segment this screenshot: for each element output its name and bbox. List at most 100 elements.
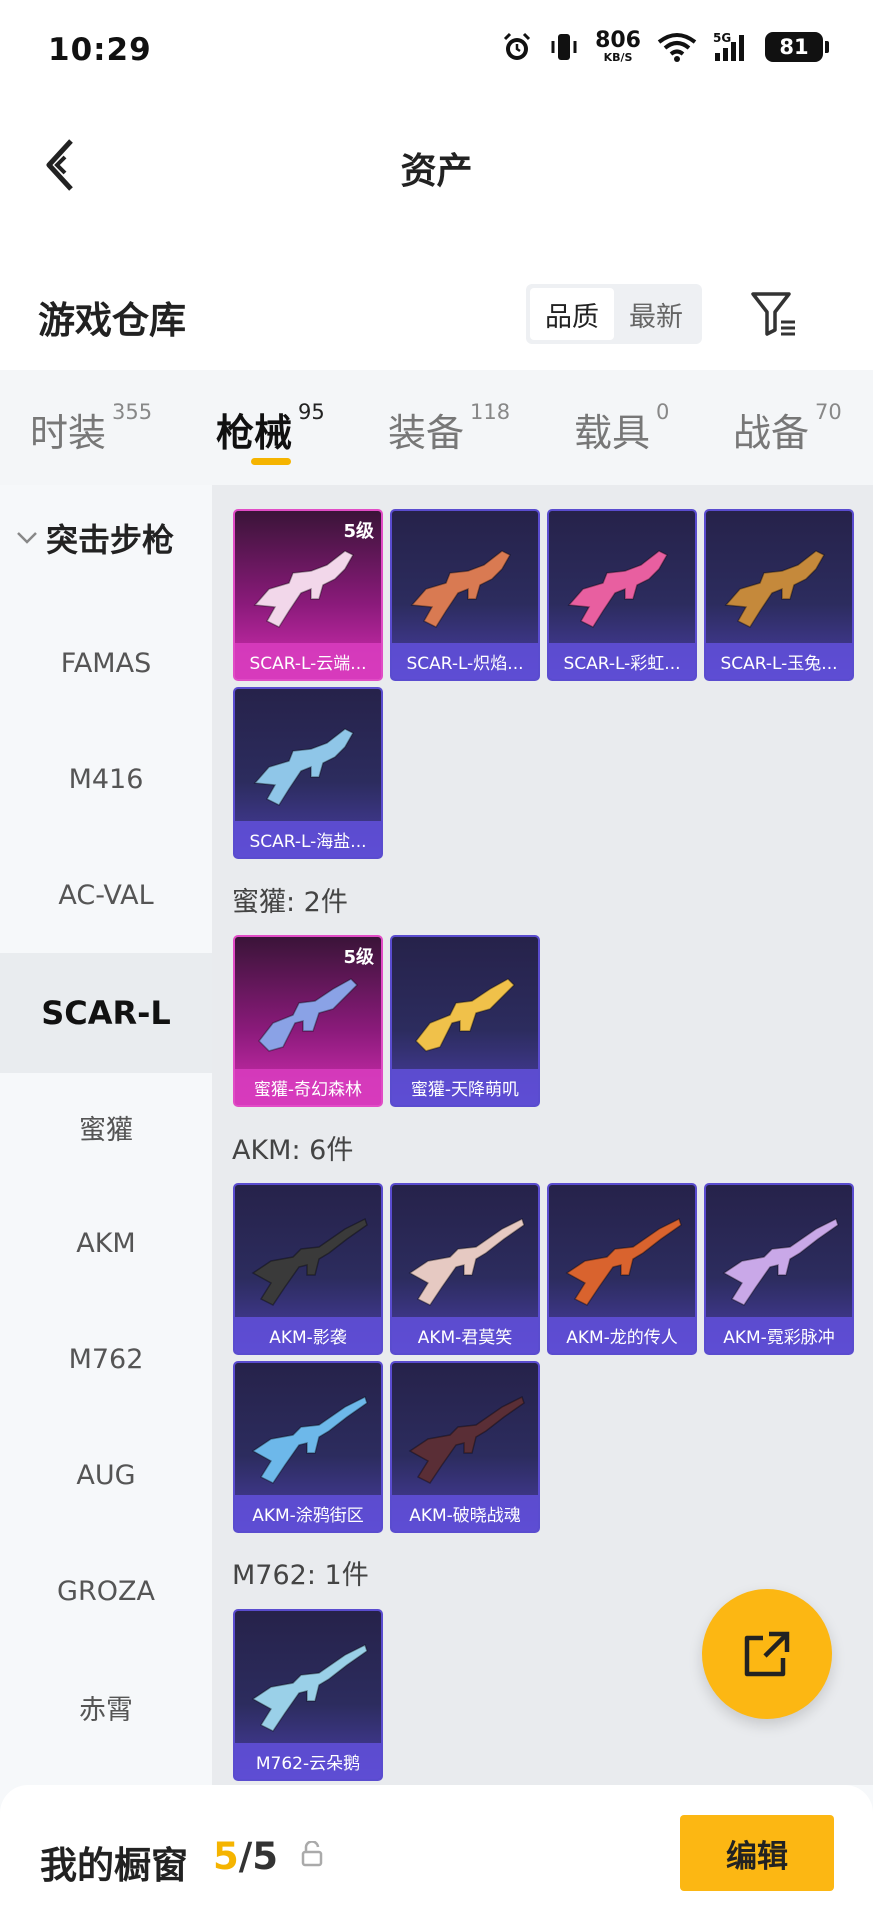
sidebar-item-akm[interactable]: AKM <box>0 1185 212 1301</box>
sort-newest[interactable]: 最新 <box>614 288 698 340</box>
unlock-icon <box>300 1840 324 1871</box>
cell-signal-icon: 5G <box>713 31 749 63</box>
weapon-skin-image <box>722 1217 839 1306</box>
sidebar-item-aug[interactable]: AUG <box>0 1417 212 1533</box>
sidebar-group-assault-rifles[interactable]: 突击步枪 <box>0 485 212 590</box>
tab-label: 载具 <box>574 411 651 455</box>
weapon-name: SCAR-L-海盐... <box>235 821 381 857</box>
weapon-name: AKM-君莫笑 <box>392 1317 538 1353</box>
weapon-skin-image <box>258 978 359 1052</box>
weapon-card[interactable]: 5级蜜獾-奇幻森林 <box>233 935 383 1107</box>
weapon-card[interactable]: SCAR-L-炽焰... <box>390 509 540 681</box>
weapon-skin-image <box>251 1395 368 1484</box>
tab-vehicles[interactable]: 载具 0 <box>574 400 670 457</box>
tab-label: 时装 <box>30 411 107 455</box>
weapon-skin-image <box>410 550 512 628</box>
tab-count: 95 <box>298 400 325 424</box>
sidebar-item-chixiao[interactable]: 赤霄 <box>0 1649 212 1765</box>
weapon-card[interactable]: M762-云朵鹅 <box>233 1609 383 1781</box>
weapon-card[interactable]: SCAR-L-海盐... <box>233 687 383 859</box>
net-speed: 806 KB/S <box>595 28 641 64</box>
weapon-card[interactable]: AKM-影袭 <box>233 1183 383 1355</box>
weapon-level-badge: 5级 <box>343 521 374 542</box>
section-label-akm: AKM: 6件 <box>232 1135 354 1166</box>
status-bar: 10:29 806 KB/S 5G 81 <box>0 0 873 100</box>
tab-equipment[interactable]: 装备 118 <box>388 400 511 457</box>
tab-count: 0 <box>656 400 670 424</box>
tab-supplies[interactable]: 战备 70 <box>733 400 842 457</box>
weapon-name: M762-云朵鹅 <box>235 1743 381 1779</box>
weapon-sidebar: 突击步枪 FAMAS M416 AC-VAL SCAR-L 蜜獾 AKM M76… <box>0 485 212 1785</box>
share-button[interactable] <box>702 1589 832 1719</box>
sidebar-item-ac-val[interactable]: AC-VAL <box>0 837 212 953</box>
net-speed-value: 806 <box>595 28 641 53</box>
weapon-card[interactable]: SCAR-L-彩虹... <box>547 509 697 681</box>
wifi-icon <box>657 32 697 62</box>
warehouse-title: 游戏仓库 <box>38 299 186 342</box>
weapon-skin-image <box>251 1643 368 1732</box>
weapon-card[interactable]: AKM-破晓战魂 <box>390 1361 540 1533</box>
alarm-icon <box>501 31 533 63</box>
page-title: 资产 <box>400 151 473 192</box>
category-tabs: 时装 355 枪械 95 装备 118 载具 0 战备 70 <box>0 370 873 485</box>
weapon-name: AKM-破晓战魂 <box>392 1495 538 1531</box>
weapon-skin-image <box>567 550 669 628</box>
sidebar-item-groza[interactable]: GROZA <box>0 1533 212 1649</box>
showcase-total: /5 <box>238 1835 279 1878</box>
sidebar-item-famas[interactable]: FAMAS <box>0 605 212 721</box>
sidebar-group-label: 突击步枪 <box>46 520 175 559</box>
weapon-name: SCAR-L-玉兔... <box>706 643 852 679</box>
weapon-name: SCAR-L-云端... <box>235 643 381 679</box>
external-link-icon <box>744 1631 790 1677</box>
tab-label: 战备 <box>733 411 810 455</box>
sidebar-item-scar-l[interactable]: SCAR-L <box>0 953 212 1073</box>
weapon-name: 蜜獾-天降萌叽 <box>392 1069 538 1105</box>
sidebar-item-m762[interactable]: M762 <box>0 1301 212 1417</box>
weapon-skin-image <box>724 550 826 628</box>
weapon-name: AKM-影袭 <box>235 1317 381 1353</box>
sidebar-item-honey-badger[interactable]: 蜜獾 <box>0 1069 212 1185</box>
warehouse-header: 游戏仓库 品质 最新 <box>0 230 873 370</box>
weapon-level-badge: 5级 <box>343 947 374 968</box>
filter-button[interactable] <box>746 286 802 342</box>
tab-label: 枪械 <box>216 411 293 455</box>
weapon-card[interactable]: AKM-君莫笑 <box>390 1183 540 1355</box>
status-icons: 806 KB/S 5G 81 <box>501 28 829 64</box>
weapon-skin-image <box>253 550 355 628</box>
weapon-card[interactable]: AKM-霓彩脉冲 <box>704 1183 854 1355</box>
section-label-honey-badger: 蜜獾: 2件 <box>232 887 348 918</box>
status-time: 10:29 <box>48 32 152 68</box>
weapon-name: AKM-龙的传人 <box>549 1317 695 1353</box>
sort-quality[interactable]: 品质 <box>530 288 614 340</box>
showcase-current: 5 <box>213 1835 239 1878</box>
edit-button[interactable]: 编辑 <box>680 1815 834 1891</box>
weapon-skin-image <box>565 1217 682 1306</box>
filter-icon <box>751 292 795 336</box>
active-tab-indicator <box>251 458 291 465</box>
showcase-count: 5/5 <box>213 1835 278 1878</box>
weapon-name: SCAR-L-彩虹... <box>549 643 695 679</box>
weapon-name: 蜜獾-奇幻森林 <box>235 1069 381 1105</box>
showcase-title: 我的橱窗 <box>40 1844 188 1887</box>
tab-count: 118 <box>470 400 511 424</box>
battery-indicator: 81 <box>765 31 829 62</box>
signal-label: 5G <box>713 31 731 45</box>
weapon-card[interactable]: AKM-涂鸦街区 <box>233 1361 383 1533</box>
net-speed-unit: KB/S <box>603 51 633 64</box>
weapon-card[interactable]: 5级 SCAR-L-云端... <box>233 509 383 681</box>
weapon-name: AKM-霓彩脉冲 <box>706 1317 852 1353</box>
weapon-card[interactable]: AKM-龙的传人 <box>547 1183 697 1355</box>
tab-firearms[interactable]: 枪械 95 <box>216 400 325 457</box>
tab-count: 355 <box>112 400 153 424</box>
weapon-name: AKM-涂鸦街区 <box>235 1495 381 1531</box>
top-nav: 资产 <box>0 100 873 230</box>
weapon-card[interactable]: SCAR-L-玉兔... <box>704 509 854 681</box>
tab-label: 装备 <box>388 411 465 455</box>
sort-toggle: 品质 最新 <box>526 284 702 344</box>
weapon-name: SCAR-L-炽焰... <box>392 643 538 679</box>
weapon-skin-image <box>408 1217 525 1306</box>
sidebar-item-m416[interactable]: M416 <box>0 721 212 837</box>
weapon-skin-image <box>251 1217 368 1306</box>
weapon-card[interactable]: 蜜獾-天降萌叽 <box>390 935 540 1107</box>
tab-fashion[interactable]: 时装 355 <box>30 400 153 457</box>
